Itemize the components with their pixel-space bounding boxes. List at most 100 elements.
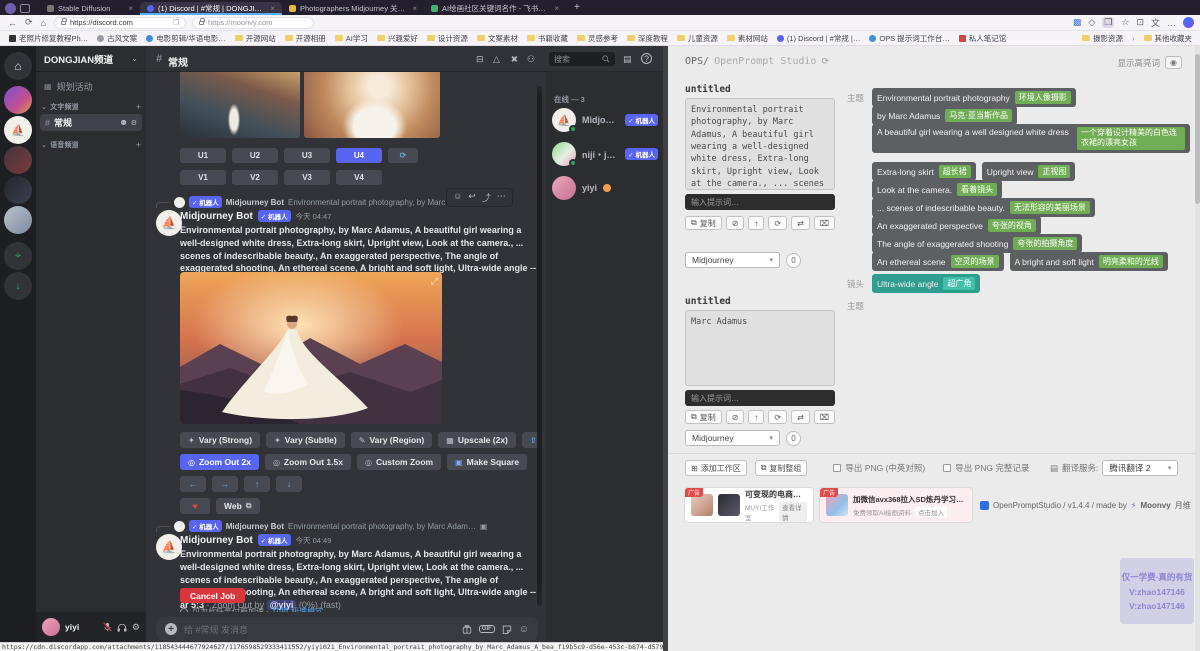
ad-cta[interactable]: 查看详情 (779, 502, 807, 522)
prompt-textarea[interactable]: Environmental portrait photography, by M… (685, 98, 835, 190)
notifications-bell-icon[interactable]: △ (493, 54, 500, 65)
prompt-tag[interactable]: Upright view正视图 (982, 162, 1076, 181)
favorite-star-icon[interactable]: ☆ (1121, 17, 1129, 28)
discord-home-icon[interactable]: ⌂ (4, 52, 32, 80)
bookmark-item[interactable]: 设计资源 (427, 33, 468, 44)
vary-region-button[interactable]: ✎Vary (Region) (351, 432, 433, 448)
grid-image-right[interactable] (304, 72, 440, 138)
prompt-textarea[interactable]: Marc Adamus (685, 310, 835, 386)
variation-button-v1[interactable]: V1 (180, 170, 226, 185)
mic-muted-icon[interactable] (103, 622, 112, 632)
bookmark-item[interactable]: (1) Discord | #常规 |… (777, 33, 861, 44)
translate-service-select[interactable]: ▤ 翻译服务: 腾讯翻译 2▾ (1050, 460, 1178, 476)
refresh-button[interactable]: ⟳ (768, 410, 787, 424)
tab-close-icon[interactable]: × (412, 4, 417, 13)
prompt-tag[interactable]: A beautiful girl wearing a well designed… (872, 124, 1190, 153)
deafen-icon[interactable] (117, 623, 127, 632)
param-count-badge[interactable]: 0 (786, 253, 801, 268)
tab-discord[interactable]: (1) Discord | #常规 | DONGJIAN频道 × (140, 2, 282, 15)
copy-button[interactable]: ⧉复制 (685, 216, 722, 230)
bookmark-item[interactable]: 开源网站 (235, 33, 276, 44)
translate-icon[interactable]: 文 (1151, 16, 1160, 29)
download-apps-icon[interactable]: ↓ (4, 272, 32, 300)
add-workspace-button[interactable]: ⊞添加工作区 (685, 460, 747, 476)
help-icon[interactable]: ? (641, 53, 652, 64)
server-avatar[interactable] (4, 206, 32, 234)
add-reaction-icon[interactable]: ☺ (453, 191, 462, 204)
sticker-icon[interactable] (502, 624, 512, 634)
attach-plus-icon[interactable]: + (165, 623, 177, 635)
prompt-tag[interactable]: ... scenes of indescribable beauty.无法形容的… (872, 198, 1095, 217)
highlight-toggle[interactable]: 显示高亮词 ◉ (1117, 56, 1182, 69)
search-input[interactable]: 搜索 (549, 52, 615, 66)
grid-image-left[interactable] (180, 72, 300, 138)
tab-close-icon[interactable]: × (270, 4, 275, 13)
bookmark-folder-photography[interactable]: 摄影资源 (1082, 33, 1123, 44)
bookmark-item[interactable]: 儿童资源 (677, 33, 718, 44)
upscale-2x-button[interactable]: ▦Upscale (2x) (438, 432, 516, 448)
bookmark-item[interactable]: 文案素材 (477, 33, 518, 44)
open-web-button[interactable]: Web⧉ (216, 498, 260, 514)
category-text-channels[interactable]: ⌄ 文字频道 + (41, 102, 141, 112)
channel-settings-gear-icon[interactable]: ⚙ (131, 119, 137, 127)
split-screen-icon[interactable]: ❒ (1102, 17, 1114, 28)
reroll-icon[interactable]: ⟳ (388, 148, 418, 163)
message-avatar[interactable]: ⛵ (156, 210, 182, 236)
bookmark-item[interactable]: OPS 提示词工作台… (869, 33, 949, 44)
copy-button[interactable]: ⧉复制 (685, 410, 722, 424)
tab-close-icon[interactable]: × (128, 4, 133, 13)
bookmark-item[interactable]: 兴趣爱好 (377, 33, 418, 44)
bookmark-item[interactable]: 深度教程 (627, 33, 668, 44)
gift-icon[interactable] (462, 624, 472, 634)
prompt-input[interactable]: 输入提示词… (685, 390, 835, 406)
message-avatar[interactable]: ⛵ (156, 534, 182, 560)
copilot-icon[interactable] (1183, 17, 1194, 28)
bookmark-item[interactable]: 素材网站 (727, 33, 768, 44)
prompt-tag[interactable]: A bright and soft light明亮柔和的光线 (1010, 252, 1168, 271)
reply-icon[interactable]: ↩ (468, 191, 476, 204)
category-voice-channels[interactable]: ⌄ 语音频道 + (41, 140, 141, 150)
swap-button[interactable]: ⇄ (791, 216, 810, 230)
split-view-icon[interactable]: ❒ (173, 19, 179, 27)
member-row[interactable]: niji・journey … ✓ 机器人 (552, 142, 658, 166)
delete-button[interactable]: ⌧ (814, 410, 835, 424)
swap-button[interactable]: ⇄ (791, 410, 810, 424)
explore-servers-icon[interactable]: ⌖ (4, 242, 32, 270)
workspace-title[interactable]: untitled (685, 84, 731, 95)
bookmark-item[interactable]: 电影剪辑/华语电影… (146, 33, 226, 44)
ad-banner[interactable]: 广告 加微信avx368拉入SD炼丹学习交流群 免费领取AI绘画资料点击加入 (820, 488, 972, 522)
tab-close-icon[interactable]: × (554, 4, 559, 13)
pan-right-button[interactable]: → (212, 476, 238, 492)
ad-banner[interactable]: 广告 可变现的电商的副业 MUYI工作室查看详情 (685, 488, 813, 522)
variation-button-v3[interactable]: V3 (284, 170, 330, 185)
bookmark-item[interactable]: 老照片修复教程Ph… (9, 33, 88, 44)
sync-icon[interactable]: ⟳ (821, 56, 829, 67)
screenshot-icon[interactable]: ⊡ (1136, 17, 1144, 28)
workspace-title[interactable]: untitled (685, 296, 731, 307)
bookmark-item[interactable]: 书籍收藏 (527, 33, 568, 44)
bookmark-item[interactable]: 灵感参考 (577, 33, 618, 44)
refresh-icon[interactable]: ⟳ (25, 17, 33, 28)
member-list-icon[interactable]: ⚇ (527, 54, 535, 65)
user-avatar[interactable] (42, 618, 60, 636)
more-menu-icon[interactable]: … (1167, 18, 1176, 28)
server-avatar[interactable] (4, 176, 32, 204)
export-png-side-checkbox[interactable]: 导出 PNG (中英对照) (833, 462, 925, 474)
emoji-picker-icon[interactable]: ☺ (519, 624, 529, 635)
switch-fast-mode-link[interactable]: 切换 极速模式 (273, 606, 323, 612)
server-avatar[interactable] (4, 86, 32, 114)
inbox-icon[interactable]: ▤ (623, 54, 632, 65)
address-bar-primary[interactable]: https://discord.com ❒ (54, 17, 186, 29)
vary-subtle-button[interactable]: ✦Vary (Subtle) (266, 432, 345, 448)
bookmark-item[interactable]: 私人笔记馆 (959, 33, 1007, 44)
pan-up-button[interactable]: ↑ (244, 476, 270, 492)
bookmark-item[interactable]: 开源相册 (285, 33, 326, 44)
server-avatar[interactable] (4, 146, 32, 174)
upscale-button-u3[interactable]: U3 (284, 148, 330, 163)
clear-button[interactable]: ⊘ (726, 216, 745, 230)
clear-button[interactable]: ⊘ (726, 410, 745, 424)
engine-select[interactable]: Midjourney▾ (685, 430, 780, 446)
upscale-4x-button[interactable]: ⇧Upscale (4x) (522, 432, 538, 448)
pan-left-button[interactable]: ← (180, 476, 206, 492)
prompt-tag[interactable]: The angle of exaggerated shooting夸张的拍摄角度 (872, 234, 1082, 253)
